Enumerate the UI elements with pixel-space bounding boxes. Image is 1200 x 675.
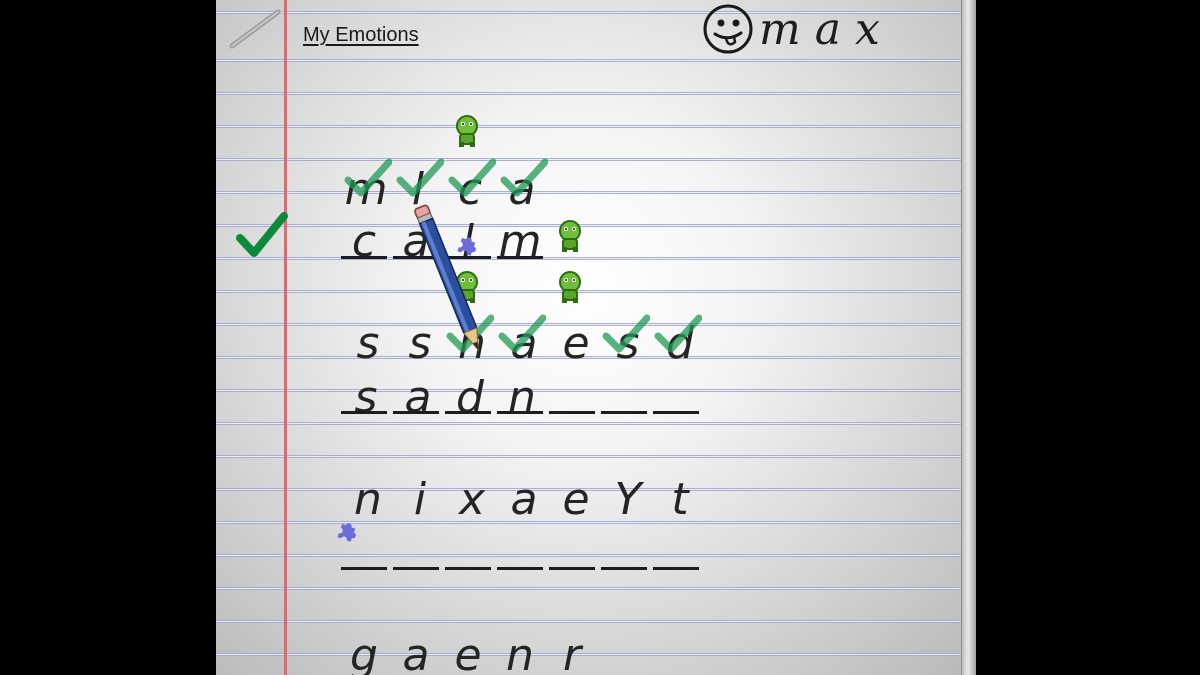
green-creature-icon bbox=[559, 220, 581, 252]
margin-line bbox=[284, 0, 287, 675]
scrambled-letter[interactable]: s bbox=[343, 322, 393, 366]
answer-slot[interactable] bbox=[549, 411, 595, 414]
scrambled-letter[interactable]: n bbox=[495, 634, 545, 675]
scrambled-letter[interactable]: x bbox=[447, 478, 497, 522]
checkmark-icon bbox=[498, 314, 546, 353]
stylus-icon[interactable] bbox=[226, 4, 286, 54]
scrambled-letter[interactable]: t bbox=[655, 478, 705, 522]
pencil-icon bbox=[414, 204, 479, 352]
scrambled-letter[interactable]: i bbox=[395, 478, 445, 522]
answer-slot[interactable] bbox=[445, 567, 491, 570]
answer-slot[interactable] bbox=[497, 567, 543, 570]
answer-slot[interactable] bbox=[393, 567, 439, 570]
answer-slot[interactable] bbox=[497, 256, 543, 259]
answer-slot[interactable] bbox=[341, 567, 387, 570]
page-frame-edge bbox=[961, 0, 976, 675]
username: max bbox=[759, 4, 894, 55]
answer-slot[interactable] bbox=[497, 411, 543, 414]
notebook-page: My Emotions max m l c a c a l m bbox=[216, 0, 976, 675]
puzzle-piece-icon bbox=[337, 523, 356, 542]
answer-slot[interactable] bbox=[341, 256, 387, 259]
scrambled-letter[interactable]: Y bbox=[603, 478, 653, 522]
scrambled-letter[interactable]: e bbox=[551, 322, 601, 366]
answer-slot[interactable] bbox=[445, 411, 491, 414]
green-creature-icon bbox=[456, 115, 478, 147]
scrambled-letter[interactable]: n bbox=[343, 478, 393, 522]
answer-slot[interactable] bbox=[549, 567, 595, 570]
scrambled-letter[interactable]: r bbox=[547, 634, 597, 675]
solved-checkmark-icon bbox=[236, 212, 288, 257]
checkmark-icon bbox=[448, 158, 496, 197]
answer-slot[interactable] bbox=[341, 411, 387, 414]
answer-slot[interactable] bbox=[601, 567, 647, 570]
checkmark-icon bbox=[396, 158, 444, 197]
scrambled-letter[interactable]: a bbox=[391, 634, 441, 675]
scrambled-letter[interactable]: e bbox=[443, 634, 493, 675]
answer-slot[interactable] bbox=[653, 411, 699, 414]
checkmark-icon bbox=[602, 314, 650, 353]
smiley-tongue-icon bbox=[703, 4, 753, 54]
scrambled-letter[interactable]: a bbox=[499, 478, 549, 522]
checkmark-icon bbox=[500, 158, 548, 197]
page-title: My Emotions bbox=[303, 24, 419, 46]
checkmark-icon bbox=[344, 158, 392, 197]
answer-slot[interactable] bbox=[393, 411, 439, 414]
checkmark-icon bbox=[654, 314, 702, 353]
scrambled-letter[interactable]: g bbox=[339, 634, 389, 675]
green-creature-icon bbox=[559, 271, 581, 303]
answer-slot[interactable] bbox=[653, 567, 699, 570]
answer-slot[interactable] bbox=[601, 411, 647, 414]
scrambled-letter[interactable]: e bbox=[551, 478, 601, 522]
